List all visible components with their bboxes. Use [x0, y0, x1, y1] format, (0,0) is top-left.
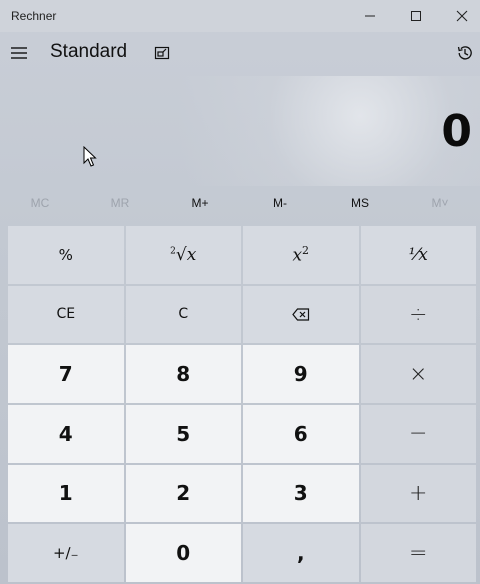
digit-label: 0	[176, 541, 191, 566]
memory-clear-button[interactable]: MC	[0, 188, 80, 218]
square-button[interactable]: x2	[243, 226, 359, 284]
mode-title: Standard	[50, 41, 128, 62]
multiply-button[interactable]: ×	[360, 345, 476, 403]
title-bar: Rechner	[0, 0, 480, 32]
subtract-label: −	[409, 421, 428, 447]
square-root-label: 2√x	[170, 245, 196, 265]
keep-on-top-button[interactable]	[150, 42, 174, 64]
clear-entry-label: CE	[56, 306, 76, 323]
square-base: x	[292, 245, 303, 266]
minimize-icon	[365, 15, 375, 17]
hamburger-icon	[11, 47, 27, 59]
backspace-icon	[291, 308, 309, 321]
digit-label: 7	[58, 362, 73, 387]
digit-label: 1	[58, 481, 73, 506]
percent-button[interactable]: %	[8, 226, 124, 284]
add-button[interactable]: +	[360, 464, 476, 523]
square-exponent: 2	[302, 244, 310, 257]
backspace-button[interactable]	[243, 285, 359, 344]
calculator-header: Standard	[0, 32, 480, 76]
minimize-button[interactable]	[347, 0, 393, 32]
digit-9-button[interactable]: 9	[243, 345, 359, 403]
maximize-icon	[411, 11, 421, 21]
decimal-button[interactable]: ,	[243, 524, 359, 582]
digit-label: 8	[176, 362, 191, 387]
square-label: x2	[292, 244, 309, 266]
equals-label: =	[409, 540, 428, 566]
negate-button[interactable]: +∕₋	[8, 524, 124, 582]
percent-label: %	[58, 245, 73, 264]
memory-add-button[interactable]: M+	[160, 188, 240, 218]
multiply-label: ×	[409, 361, 428, 387]
app-title: Rechner	[11, 9, 57, 23]
keep-on-top-icon	[154, 46, 170, 60]
digit-8-button[interactable]: 8	[125, 345, 241, 403]
digit-label: 2	[176, 481, 191, 506]
history-icon	[457, 46, 472, 60]
keypad: % 2√x x2 ⅟x CE C ÷ 7 8 9 × 4 5 6 − 1 2 3…	[8, 226, 476, 582]
digit-6-button[interactable]: 6	[243, 405, 359, 463]
close-button[interactable]	[439, 0, 480, 32]
negate-label: +∕₋	[52, 544, 79, 563]
add-label: +	[409, 480, 428, 506]
digit-2-button[interactable]: 2	[125, 464, 241, 523]
menu-button[interactable]	[6, 38, 32, 68]
square-root-button[interactable]: 2√x	[125, 226, 241, 284]
digit-5-button[interactable]: 5	[125, 405, 241, 463]
digit-label: 3	[293, 481, 308, 506]
subtract-button[interactable]: −	[360, 405, 476, 463]
digit-4-button[interactable]: 4	[8, 405, 124, 463]
digit-label: 9	[293, 362, 308, 387]
clear-button[interactable]: C	[125, 285, 241, 344]
memory-recall-button[interactable]: MR	[80, 188, 160, 218]
digit-0-button[interactable]: 0	[125, 524, 241, 582]
divide-button[interactable]: ÷	[360, 285, 476, 344]
memory-row: MC MR M+ M- MS M˅	[0, 188, 480, 218]
digit-label: 4	[58, 421, 73, 446]
digit-3-button[interactable]: 3	[243, 464, 359, 523]
digit-7-button[interactable]: 7	[8, 345, 124, 403]
close-icon	[456, 10, 468, 22]
digit-label: 6	[293, 421, 308, 446]
digit-label: 5	[176, 421, 191, 446]
equals-button[interactable]: =	[360, 524, 476, 582]
reciprocal-button[interactable]: ⅟x	[360, 226, 476, 284]
mouse-cursor-icon	[83, 146, 97, 167]
clear-entry-button[interactable]: CE	[8, 285, 124, 344]
divide-label: ÷	[409, 301, 428, 327]
maximize-button[interactable]	[393, 0, 439, 32]
memory-store-button[interactable]: MS	[320, 188, 400, 218]
decimal-label: ,	[296, 541, 305, 566]
display-area: 0	[0, 76, 480, 186]
memory-subtract-button[interactable]: M-	[240, 188, 320, 218]
memory-list-button[interactable]: M˅	[400, 188, 480, 218]
clear-label: C	[178, 306, 189, 323]
digit-1-button[interactable]: 1	[8, 464, 124, 523]
reciprocal-label: ⅟x	[408, 244, 428, 265]
root-symbol: √x	[175, 244, 197, 265]
history-button[interactable]	[453, 41, 477, 65]
display-value: 0	[441, 106, 472, 157]
